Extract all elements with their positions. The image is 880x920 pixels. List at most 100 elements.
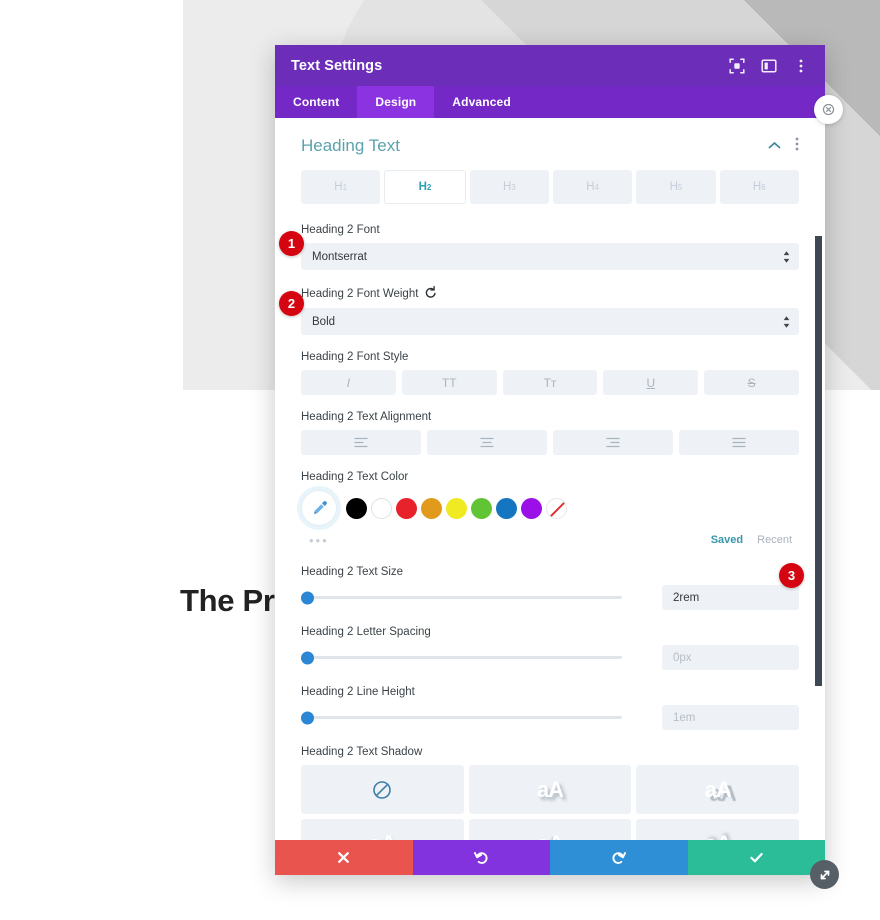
swatch-white[interactable] <box>371 497 392 519</box>
undo-button[interactable] <box>412 840 550 875</box>
redo-button[interactable] <box>550 840 688 875</box>
shadow-up[interactable]: aA <box>636 819 799 840</box>
font-select[interactable]: Montserrat <box>301 243 799 270</box>
font-weight-select[interactable]: Bold <box>301 308 799 335</box>
shadow-soft[interactable]: aA <box>468 765 632 814</box>
swatch-none[interactable] <box>546 497 567 519</box>
strikethrough-icon[interactable]: S <box>704 370 799 395</box>
slider-track <box>301 656 622 659</box>
shadow-up-glyph: aA <box>705 831 732 841</box>
shadow-hard[interactable]: aA <box>636 765 799 814</box>
h5-label: H <box>669 181 678 193</box>
color-swatch-row <box>301 490 799 526</box>
heading-level-h1[interactable]: H1 <box>301 170 381 204</box>
shadow-none[interactable] <box>301 765 464 814</box>
text-shadow-options: aA aA aA aA aA <box>301 765 799 840</box>
swatch-orange[interactable] <box>421 497 442 519</box>
save-button[interactable] <box>687 840 825 875</box>
h5-sub: 5 <box>677 182 683 192</box>
heading-level-h5[interactable]: H5 <box>636 170 716 204</box>
tab-content[interactable]: Content <box>275 86 357 118</box>
callout-badge-3: 3 <box>779 563 804 588</box>
more-vertical-icon[interactable] <box>793 58 809 74</box>
slider-track <box>301 596 622 599</box>
swatch-green[interactable] <box>471 497 492 519</box>
font-style-field-label: Heading 2 Font Style <box>301 351 409 363</box>
shadow-drop[interactable]: aA <box>301 819 464 840</box>
swatch-black[interactable] <box>346 497 367 519</box>
tab-design[interactable]: Design <box>357 86 435 118</box>
callout-badge-1: 1 <box>279 231 304 256</box>
slider-track <box>301 716 622 719</box>
text-settings-modal: Text Settings Content Design Advanced He… <box>275 45 843 889</box>
modal-close-circle-button[interactable] <box>814 95 843 124</box>
letter-spacing-input[interactable]: 0px <box>662 645 799 670</box>
letter-spacing-field-label: Heading 2 Letter Spacing <box>301 626 431 638</box>
underline-glyph: U <box>646 375 656 390</box>
h6-label: H <box>752 181 762 193</box>
letter-spacing-slider[interactable] <box>301 651 622 665</box>
chevron-updown-icon <box>783 315 790 328</box>
slider-thumb[interactable] <box>301 651 314 664</box>
screen-root: The Pro Text Settings Content Design Adv… <box>0 0 880 920</box>
heading-level-selector: H1 H2 H3 H4 H5 H6 <box>301 170 799 204</box>
recent-colors-tab[interactable]: Recent <box>757 534 792 546</box>
heading-level-h6[interactable]: H6 <box>719 170 799 204</box>
h3-sub: 3 <box>511 182 516 192</box>
modal-resize-handle[interactable] <box>810 860 839 889</box>
slider-thumb[interactable] <box>301 591 314 604</box>
h2-sub: 2 <box>426 182 432 192</box>
section-title: Heading Text <box>301 136 400 155</box>
swatch-purple[interactable] <box>521 497 542 519</box>
heading-level-h2[interactable]: H2 <box>384 170 466 204</box>
uppercase-icon[interactable]: TT <box>401 370 497 395</box>
font-select-value: Montserrat <box>312 250 367 263</box>
heading-level-h4[interactable]: H4 <box>552 170 633 204</box>
h1-label: H <box>334 181 343 193</box>
text-alignment-options <box>301 430 799 455</box>
underline-icon[interactable]: U <box>603 370 699 395</box>
line-height-input[interactable]: 1em <box>662 705 799 730</box>
eyedropper-icon[interactable] <box>301 490 337 526</box>
small-caps-glyph: Tᴛ <box>543 375 557 390</box>
modal-title: Text Settings <box>291 57 383 74</box>
align-justify-icon[interactable] <box>679 430 799 455</box>
focus-target-icon[interactable] <box>729 57 745 74</box>
modal-body: Heading Text H 1 H 2 H 3 H 4 H 5 H 6 Hea… <box>275 118 825 840</box>
line-height-slider[interactable] <box>301 711 622 725</box>
tab-advanced[interactable]: Advanced <box>434 86 529 118</box>
color-more-options-icon[interactable]: ••• <box>309 533 329 548</box>
section-more-vertical-icon[interactable] <box>795 137 799 156</box>
chevron-up-icon[interactable] <box>768 137 781 155</box>
font-weight-field-label: Heading 2 Font Weight <box>301 286 799 301</box>
reset-icon[interactable] <box>425 286 437 301</box>
heading-level-h3[interactable]: H3 <box>469 170 549 204</box>
heading-text-section-header: Heading Text <box>301 136 799 170</box>
redo-icon <box>612 852 627 864</box>
text-color-field-label: Heading 2 Text Color <box>301 471 409 483</box>
settings-content: Heading Text H 1 H 2 H 3 H 4 H 5 H 6 Hea… <box>275 118 825 840</box>
swatch-blue[interactable] <box>496 497 517 519</box>
swatch-red[interactable] <box>396 497 417 519</box>
text-size-slider[interactable] <box>301 591 622 605</box>
shadow-left[interactable]: aA <box>468 819 632 840</box>
slider-thumb[interactable] <box>301 711 314 724</box>
align-left-icon[interactable] <box>301 430 421 455</box>
saved-recent-tabs: Saved Recent <box>711 534 799 546</box>
modal-scrollbar[interactable] <box>815 236 822 686</box>
h3-label: H <box>502 181 512 193</box>
italic-icon[interactable]: I <box>301 370 396 395</box>
swatch-yellow[interactable] <box>446 497 467 519</box>
shadow-hard-glyph: aA <box>704 776 732 802</box>
shadow-drop-glyph: aA <box>369 831 396 841</box>
saved-colors-tab[interactable]: Saved <box>711 534 743 546</box>
italic-glyph: I <box>346 375 351 390</box>
letter-spacing-control: 0px <box>301 645 799 670</box>
undo-icon <box>473 852 488 864</box>
small-caps-icon[interactable]: Tᴛ <box>502 370 598 395</box>
cancel-button[interactable] <box>275 840 413 875</box>
text-size-input[interactable]: 2rem <box>662 585 799 610</box>
panel-layout-icon[interactable] <box>761 58 777 74</box>
align-center-icon[interactable] <box>427 430 547 455</box>
align-right-icon[interactable] <box>553 430 673 455</box>
